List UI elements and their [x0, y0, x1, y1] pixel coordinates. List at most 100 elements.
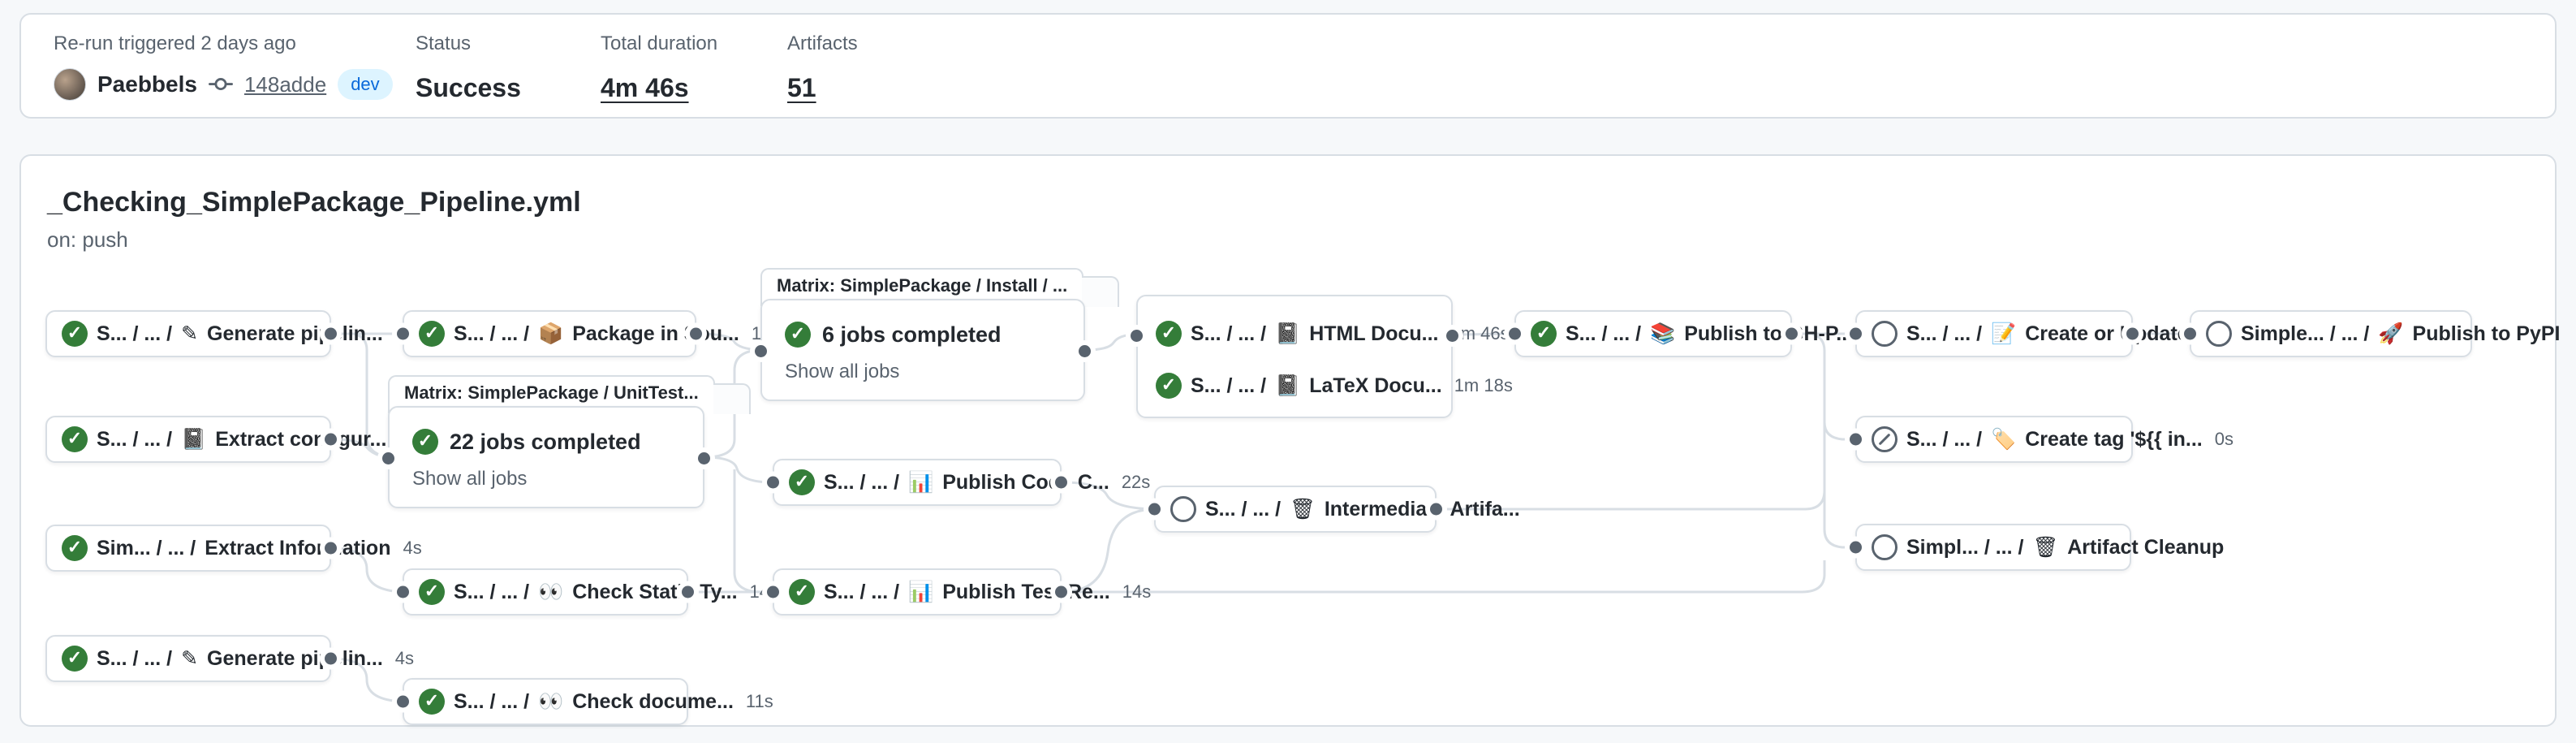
job-name: Publish to GH-P... — [1684, 322, 1853, 346]
job-prefix: S... / ... / — [1906, 428, 1982, 451]
job-name: Artifact Cleanup — [2067, 536, 2224, 559]
wastebasket-icon: 🗑 — [1290, 498, 1316, 521]
success-icon — [62, 321, 88, 347]
job-prefix: S... / ... / — [1205, 498, 1281, 521]
package-icon: 📦 — [538, 322, 563, 346]
job-name: Extract Information — [205, 537, 390, 560]
job-node-check-documentation[interactable]: S... / ... / 👀 Check docume... 11s — [403, 678, 688, 725]
eyes-icon: 👀 — [538, 690, 563, 714]
group-summary: 22 jobs completed — [450, 430, 641, 455]
output-port — [325, 542, 337, 555]
job-duration: 1m 18s — [1454, 375, 1513, 396]
pending-icon — [1872, 534, 1898, 560]
job-name: Package in Sou... — [572, 322, 739, 346]
output-port — [1079, 345, 1091, 357]
job-node-create-or-update-release[interactable]: S... / ... / 📝 Create or Update R... — [1855, 310, 2133, 357]
job-prefix: S... / ... / — [1906, 322, 1982, 346]
output-port — [1786, 328, 1798, 340]
memo-icon: 📝 — [1991, 322, 2016, 346]
input-port — [767, 586, 779, 598]
job-name: Create tag '${{ in... — [2025, 428, 2203, 451]
success-icon — [62, 426, 88, 452]
job-prefix: S... / ... / — [97, 428, 172, 451]
output-port — [690, 328, 702, 340]
input-port — [1148, 503, 1161, 516]
input-port — [1850, 542, 1862, 554]
notebook-icon: 📓 — [1275, 322, 1300, 346]
output-port — [325, 328, 337, 340]
job-node-publish-pypi[interactable]: Simple... / ... / 🚀 Publish to PyPI — [2190, 310, 2472, 357]
success-icon — [419, 689, 445, 715]
input-port — [1131, 330, 1143, 342]
job-name: Generate pipelin... — [207, 322, 383, 346]
success-icon — [62, 535, 88, 561]
success-icon — [789, 469, 815, 495]
job-prefix: S... / ... / — [1566, 322, 1641, 346]
success-icon — [789, 579, 815, 605]
matrix-install-group[interactable]: 6 jobs completed Show all jobs — [760, 299, 1085, 401]
job-prefix: S... / ... / — [1191, 374, 1266, 398]
job-node-check-static-types[interactable]: S... / ... / 👀 Check Static Ty... 14s — [403, 568, 688, 616]
show-all-jobs-link[interactable]: Show all jobs — [785, 361, 899, 383]
tag-icon: 🏷️ — [1991, 428, 2016, 451]
job-duration: 11s — [746, 691, 773, 712]
input-port — [755, 345, 767, 357]
output-port — [1430, 503, 1442, 516]
job-node-package-source[interactable]: S... / ... / 📦 Package in Sou... 18s — [403, 310, 696, 357]
job-node-extract-information[interactable]: Sim... / ... / Extract Information 4s — [45, 525, 331, 572]
pending-icon — [1872, 321, 1898, 347]
output-port — [682, 586, 694, 598]
matrix-unittest-group[interactable]: 22 jobs completed Show all jobs — [388, 406, 704, 508]
job-duration: 22s — [1122, 472, 1150, 493]
job-prefix: S... / ... / — [454, 690, 529, 714]
job-name: Check docume... — [572, 690, 734, 714]
job-node-extract-configuration[interactable]: S... / ... / 📓 Extract configur... 6s — [45, 416, 331, 463]
job-prefix: S... / ... / — [824, 471, 899, 495]
output-port — [2126, 328, 2139, 340]
bar-chart-icon: 📊 — [908, 471, 933, 495]
job-name: Publish Code C... — [942, 471, 1109, 495]
job-duration: 4s — [403, 538, 421, 559]
job-duration: 4s — [395, 648, 414, 669]
job-node-create-tag[interactable]: S... / ... / 🏷️ Create tag '${{ in... 0s — [1855, 416, 2133, 463]
job-node-artifact-cleanup[interactable]: Simpl... / ... / 🗑 Artifact Cleanup — [1855, 524, 2131, 571]
job-node-intermediate-artifacts[interactable]: S... / ... / 🗑 Intermediate Artifa... — [1154, 486, 1437, 533]
job-card-documentation[interactable]: S... / ... / 📓 HTML Docu... 1m 46s S... … — [1136, 295, 1453, 418]
job-node-publish-test-results[interactable]: S... / ... / 📊 Publish Test Re... 14s — [773, 568, 1062, 616]
job-prefix: S... / ... / — [824, 581, 899, 604]
success-icon — [785, 322, 811, 348]
job-prefix: Simple... / ... / — [2241, 322, 2369, 346]
job-prefix: S... / ... / — [454, 581, 529, 604]
output-port — [325, 434, 337, 446]
input-port — [1850, 434, 1862, 446]
output-port — [325, 653, 337, 665]
rocket-icon: 🚀 — [2378, 322, 2403, 346]
job-prefix: S... / ... / — [454, 322, 529, 346]
success-icon — [1156, 321, 1182, 347]
job-node-publish-gh-pages[interactable]: S... / ... / 📚 Publish to GH-P... 7s — [1514, 310, 1792, 357]
job-name: Publish Test Re... — [942, 581, 1110, 604]
skipped-icon — [1872, 426, 1898, 452]
job-prefix: S... / ... / — [1191, 322, 1266, 346]
job-name: Intermediate Artifa... — [1325, 498, 1520, 521]
show-all-jobs-link[interactable]: Show all jobs — [412, 468, 527, 490]
job-duration: 1m 46s — [1451, 323, 1510, 344]
job-duration: 0s — [2215, 429, 2234, 450]
success-icon — [62, 646, 88, 672]
output-port — [1446, 330, 1458, 342]
success-icon — [419, 579, 445, 605]
output-port — [698, 452, 710, 464]
pending-icon — [2206, 321, 2232, 347]
job-node-publish-code-coverage[interactable]: S... / ... / 📊 Publish Code C... 22s — [773, 459, 1062, 506]
job-prefix: Sim... / ... / — [97, 537, 196, 560]
bar-chart-icon: 📊 — [908, 581, 933, 604]
pencil-icon: ✎ — [181, 322, 198, 346]
job-name: Extract configur... — [215, 428, 386, 451]
job-node-generate-pipeline-2[interactable]: S... / ... / ✎ Generate pipelin... 4s — [45, 635, 331, 682]
eyes-icon: 👀 — [538, 581, 563, 604]
job-prefix: S... / ... / — [97, 647, 172, 671]
input-port — [397, 696, 409, 708]
job-node-generate-pipeline-1[interactable]: S... / ... / ✎ Generate pipelin... 3s — [45, 310, 331, 357]
job-prefix: Simpl... / ... / — [1906, 536, 2023, 559]
input-port — [2184, 328, 2196, 340]
